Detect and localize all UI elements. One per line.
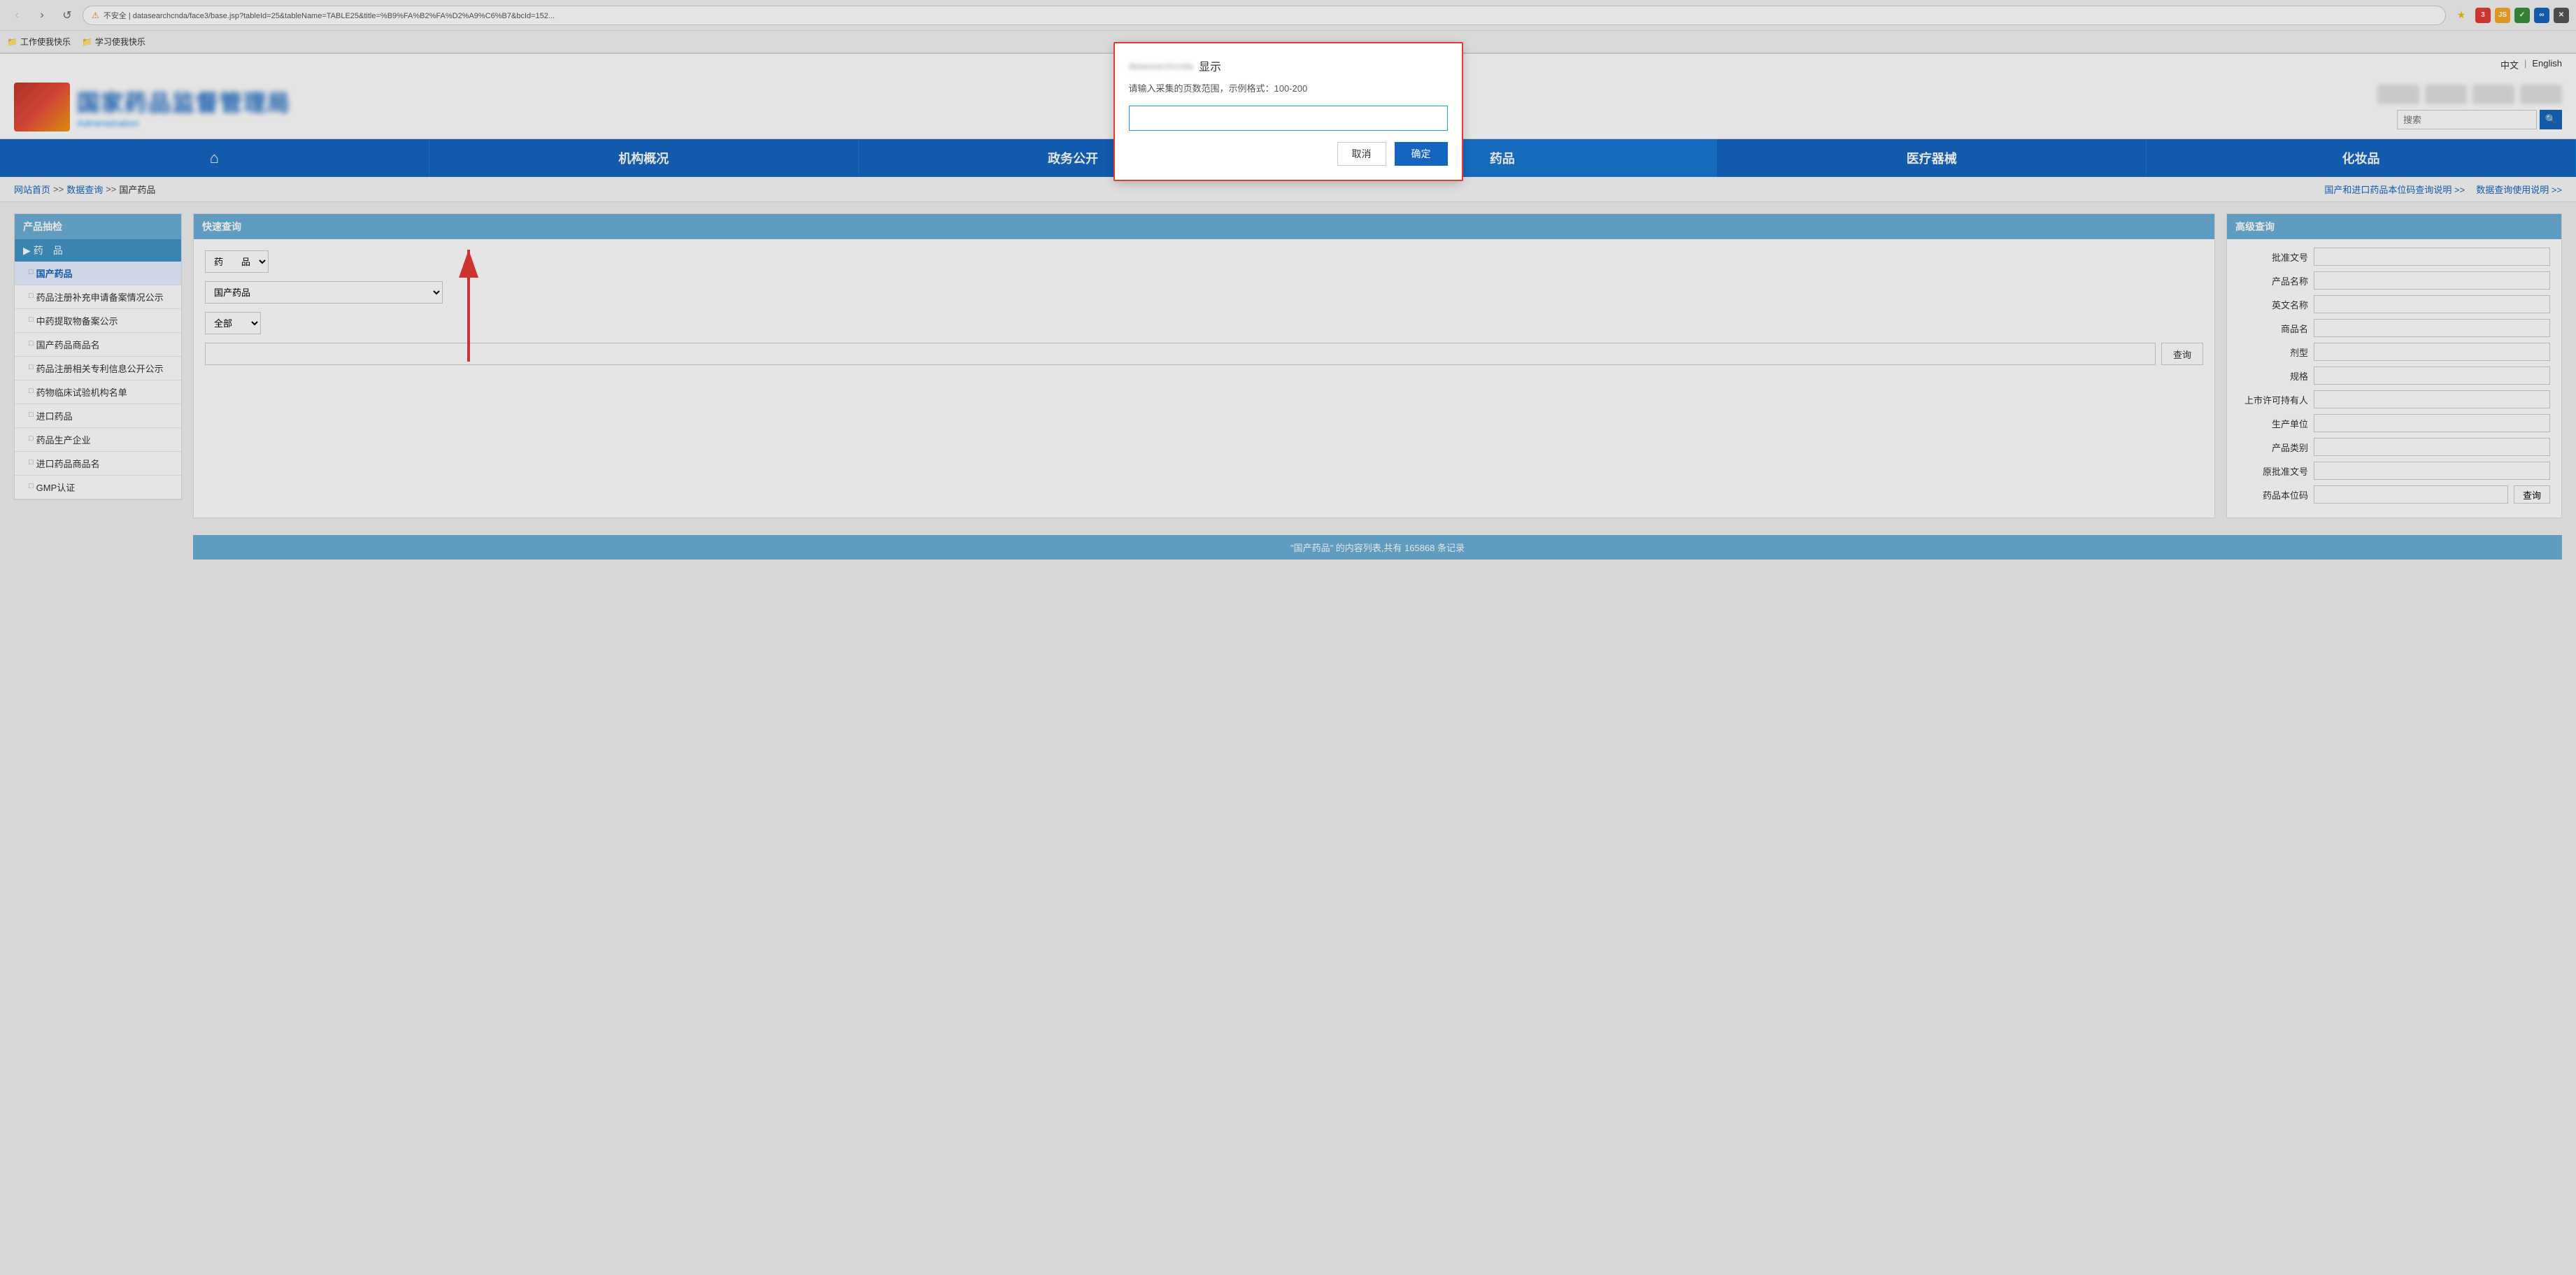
dialog-page-range-input[interactable] xyxy=(1129,106,1448,131)
dialog-title: 显示 xyxy=(1199,57,1221,74)
dialog-title-row: datasearchcnda 显示 xyxy=(1129,57,1448,74)
dialog-buttons: 取消 确定 xyxy=(1129,142,1448,166)
dialog-cancel-button[interactable]: 取消 xyxy=(1337,142,1386,166)
dialog-domain: datasearchcnda xyxy=(1129,61,1194,71)
dialog-confirm-button[interactable]: 确定 xyxy=(1395,142,1448,166)
dialog-box: datasearchcnda 显示 请输入采集的页数范围，示例格式：100-20… xyxy=(1113,42,1463,181)
dialog-overlay: datasearchcnda 显示 请输入采集的页数范围，示例格式：100-20… xyxy=(0,0,2576,1275)
dialog-description: 请输入采集的页数范围，示例格式：100-200 xyxy=(1129,81,1448,94)
